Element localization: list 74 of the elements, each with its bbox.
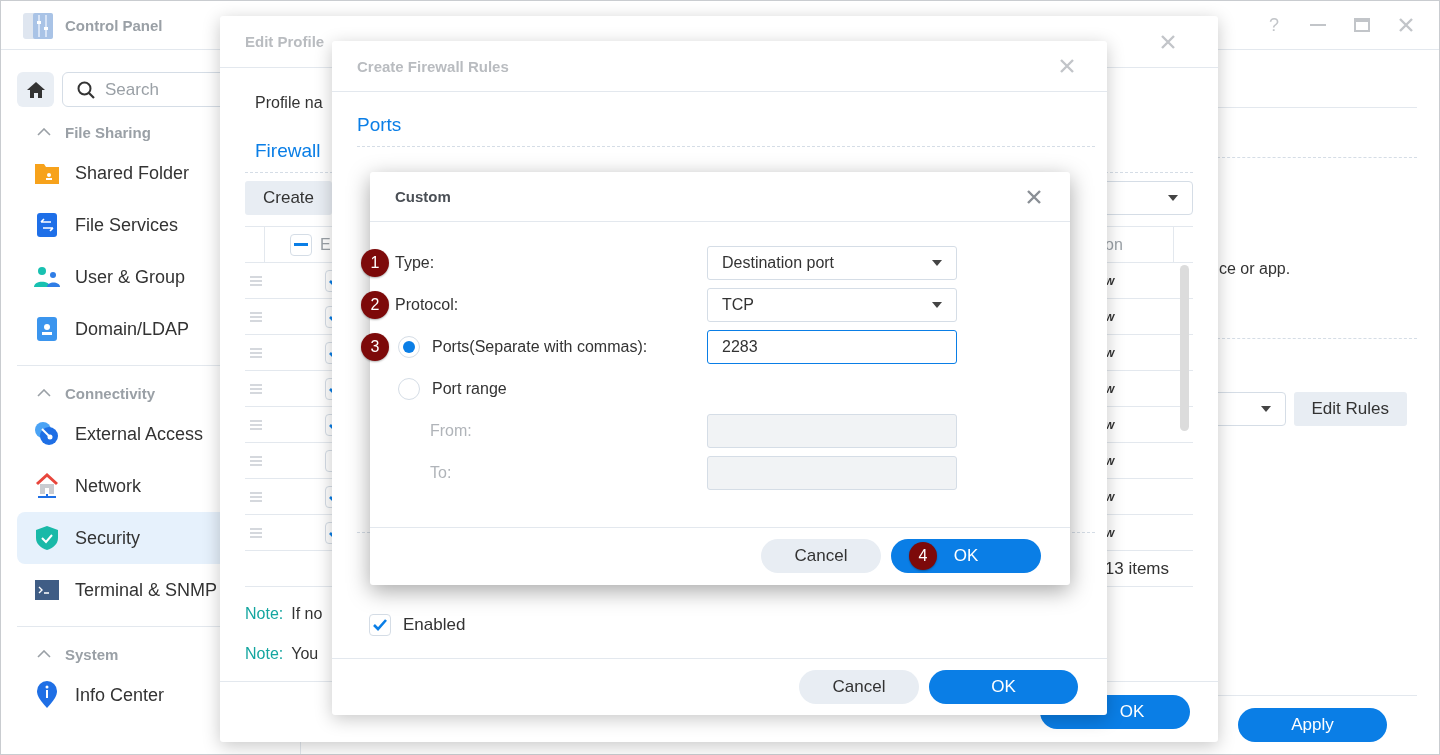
edit-rules-button[interactable]: Edit Rules: [1293, 392, 1407, 426]
drag-handle-icon[interactable]: [250, 419, 262, 430]
select-all-checkbox[interactable]: [290, 233, 312, 256]
dropdown[interactable]: Destination port: [707, 246, 957, 280]
checkbox-label: Enabled: [403, 615, 466, 635]
column-header: E: [320, 235, 331, 254]
ok-button[interactable]: 4 OK: [891, 539, 1041, 573]
dropdown[interactable]: TCP: [707, 288, 957, 322]
field-label: Type:: [395, 254, 435, 272]
radio-label: Port range: [432, 380, 507, 398]
enabled-checkbox[interactable]: [369, 614, 391, 636]
chevron-icon: [37, 128, 51, 136]
input-field[interactable]: [707, 414, 957, 448]
step-badge: 1: [361, 249, 389, 277]
caret-icon: [932, 302, 942, 308]
note-text: Note: If no: [245, 605, 324, 623]
radio-label: Ports(Separate with commas):: [432, 338, 648, 356]
folder-icon: [33, 161, 61, 185]
ok-button[interactable]: OK: [929, 670, 1078, 704]
home-icon: [26, 81, 45, 98]
users-icon: [33, 266, 61, 288]
drag-handle-icon[interactable]: [250, 455, 262, 466]
chevron-icon: [37, 650, 51, 658]
drag-handle-icon[interactable]: [250, 527, 262, 538]
minimize-icon: [1310, 24, 1326, 26]
step-badge: 4: [909, 542, 937, 570]
window-title: Control Panel: [65, 16, 163, 34]
dialog-title: Create Firewall Rules: [357, 57, 509, 75]
scrollbar[interactable]: [1180, 265, 1189, 431]
cancel-button[interactable]: Cancel: [761, 539, 881, 573]
field-label: To:: [430, 464, 452, 482]
close-icon: [1027, 189, 1041, 204]
maximize-icon: [1354, 18, 1370, 32]
create-button[interactable]: Create: [245, 181, 333, 215]
step-badge: 2: [361, 291, 389, 319]
dialog-title: Custom: [395, 188, 451, 205]
drag-handle-icon[interactable]: [250, 347, 262, 358]
drag-handle-icon[interactable]: [250, 275, 262, 286]
close-icon: [1399, 18, 1413, 32]
input-field[interactable]: [707, 456, 957, 490]
apply-button[interactable]: Apply: [1238, 708, 1387, 742]
radio-button[interactable]: [398, 336, 420, 358]
search-icon: [77, 81, 95, 99]
checkmark-icon: [372, 618, 388, 632]
field-label: Protocol:: [395, 296, 459, 314]
radio-button[interactable]: [398, 378, 420, 400]
section-title: Firewall: [255, 140, 322, 162]
caret-icon: [1260, 406, 1271, 412]
note-text: Note: You: [245, 645, 320, 663]
close-icon: [1161, 34, 1175, 49]
caret-icon: [1168, 195, 1178, 201]
field-label: From:: [430, 422, 472, 440]
sidebar-item[interactable]: User & Group: [17, 251, 301, 303]
item-count: 13 items: [1104, 558, 1169, 579]
app-logo-icon: [23, 11, 53, 39]
sidebar-item[interactable]: Network: [17, 460, 301, 512]
sidebar-item[interactable]: Info Center: [17, 669, 301, 721]
house-icon: [33, 473, 61, 499]
cancel-button[interactable]: Cancel: [799, 670, 919, 704]
shield-icon: [33, 525, 61, 551]
caret-icon: [932, 260, 942, 266]
terminal-icon: [33, 579, 61, 601]
drag-handle-icon[interactable]: [250, 311, 262, 322]
input-field[interactable]: 2283: [707, 330, 957, 364]
home-button[interactable]: [17, 72, 54, 107]
section-title: Ports: [357, 114, 403, 136]
hint-text: ce or app.: [1219, 260, 1292, 278]
drag-handle-icon[interactable]: [250, 491, 262, 502]
minus-icon: [294, 243, 308, 247]
dialog-title: Edit Profile: [245, 33, 325, 50]
drag-handle-icon[interactable]: [250, 383, 262, 394]
chevron-icon: [37, 389, 51, 397]
step-badge: 3: [361, 333, 389, 361]
close-icon: [1060, 59, 1074, 73]
